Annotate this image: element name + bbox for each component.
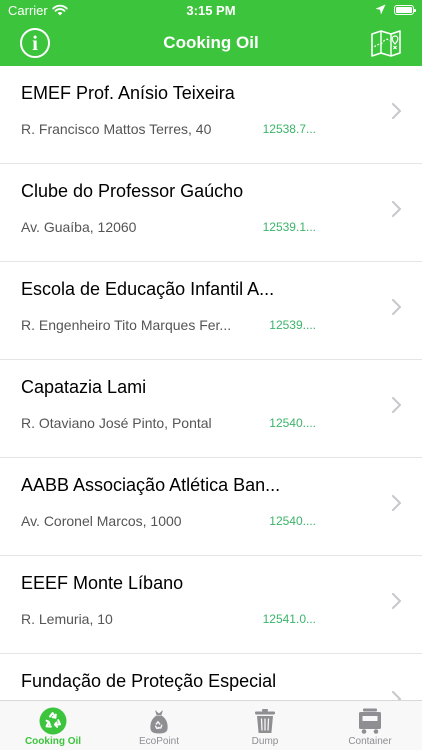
location-address: Av. Guaíba, 12060 bbox=[21, 219, 137, 235]
tab-label: Cooking Oil bbox=[24, 736, 82, 747]
location-name: Capatazia Lami bbox=[21, 377, 147, 397]
location-code: 12541.0... bbox=[262, 612, 316, 626]
list-item[interactable]: Clube do Professor Gaúcho Av. Guaíba, 12… bbox=[0, 164, 422, 262]
location-code: 12540.... bbox=[269, 514, 316, 528]
tab-ecopoint[interactable]: EcoPoint bbox=[106, 701, 212, 750]
location-address: Av. Coronel Marcos, 1000 bbox=[21, 513, 182, 529]
location-address: R. Engenheiro Tito Marques Fer... bbox=[21, 317, 232, 333]
location-list: EMEF Prof. Anísio Teixeira R. Francisco … bbox=[0, 66, 422, 700]
location-name: EMEF Prof. Anísio Teixeira bbox=[21, 83, 235, 103]
list-item[interactable]: Capatazia Lami R. Otaviano José Pinto, P… bbox=[0, 360, 422, 458]
recycle-icon bbox=[39, 707, 67, 735]
location-name: Clube do Professor Gaúcho bbox=[21, 181, 244, 201]
map-icon[interactable] bbox=[370, 29, 402, 57]
location-code: 12538.7... bbox=[262, 122, 316, 136]
chevron-right-icon bbox=[392, 299, 401, 315]
tab-label: Dump bbox=[251, 736, 279, 747]
chevron-right-icon bbox=[392, 495, 401, 511]
chevron-right-icon bbox=[392, 201, 401, 217]
location-code: 12539.1... bbox=[262, 220, 316, 234]
container-icon bbox=[359, 708, 381, 734]
tab-label: EcoPoint bbox=[138, 736, 180, 747]
location-name: Escola de Educação Infantil A... bbox=[21, 279, 275, 299]
location-address: R. Lemuria, 10 bbox=[21, 611, 113, 627]
battery-icon bbox=[394, 5, 416, 15]
page-title: Cooking Oil bbox=[163, 33, 259, 52]
chevron-right-icon bbox=[392, 691, 401, 700]
list-item[interactable]: EMEF Prof. Anísio Teixeira R. Francisco … bbox=[0, 66, 422, 164]
location-address: R. Francisco Mattos Terres, 40 bbox=[21, 121, 212, 137]
chevron-right-icon bbox=[392, 103, 401, 119]
tab-cooking-oil[interactable]: Cooking Oil bbox=[0, 701, 106, 750]
tab-label: Container bbox=[348, 736, 392, 747]
location-address: R. Otaviano José Pinto, Pontal bbox=[21, 415, 212, 431]
list-item[interactable]: Fundação de Proteção Especial bbox=[0, 654, 422, 700]
status-time: 3:15 PM bbox=[186, 3, 236, 18]
trash-icon bbox=[255, 709, 275, 733]
list-item[interactable]: Escola de Educação Infantil A... R. Enge… bbox=[0, 262, 422, 360]
chevron-right-icon bbox=[392, 397, 401, 413]
list-item[interactable]: AABB Associação Atlética Ban... Av. Coro… bbox=[0, 458, 422, 556]
status-bar: Carrier 3:15 PM bbox=[0, 0, 422, 22]
location-name: EEEF Monte Líbano bbox=[21, 573, 184, 593]
tab-container[interactable]: Container bbox=[318, 701, 422, 750]
bag-icon bbox=[150, 710, 168, 734]
tab-dump[interactable]: Dump bbox=[212, 701, 318, 750]
location-code: 12539.... bbox=[269, 318, 316, 332]
chevron-right-icon bbox=[392, 593, 401, 609]
location-arrow-icon bbox=[375, 4, 386, 15]
location-code: 12540.... bbox=[269, 416, 316, 430]
navigation-bar: i Cooking Oil bbox=[0, 22, 422, 66]
location-name: Fundação de Proteção Especial bbox=[21, 671, 277, 691]
list-item[interactable]: EEEF Monte Líbano R. Lemuria, 10 12541.0… bbox=[0, 556, 422, 654]
location-name: AABB Associação Atlética Ban... bbox=[21, 475, 281, 495]
top-bar: Carrier 3:15 PM i Cooking Oil bbox=[0, 0, 422, 66]
tab-bar: Cooking Oil EcoPoint Dump Container bbox=[0, 700, 422, 750]
